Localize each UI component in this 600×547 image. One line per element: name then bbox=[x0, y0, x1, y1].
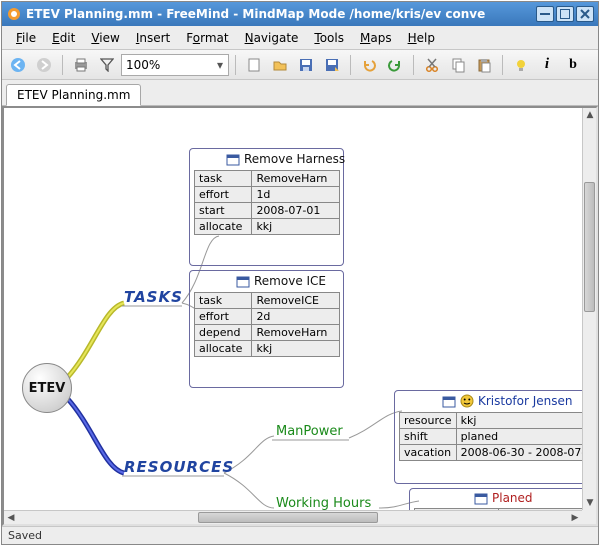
canvas[interactable]: ETEV TASKS RESOURCES Remove Harness task… bbox=[2, 106, 598, 526]
table-row: start2008-07-01 bbox=[195, 203, 340, 219]
table-row: allocatekkj bbox=[195, 219, 340, 235]
grid-remove-ice[interactable]: taskRemoveICE effort2d dependRemoveHarn … bbox=[194, 292, 340, 357]
close-button[interactable] bbox=[576, 6, 594, 22]
node-manpower[interactable]: ManPower bbox=[276, 424, 343, 439]
grid-remove-harness[interactable]: taskRemoveHarn effort1d start2008-07-01 … bbox=[194, 170, 340, 235]
table-row: resourcekkj bbox=[400, 413, 599, 429]
node-tasks[interactable]: TASKS bbox=[124, 288, 183, 306]
node-remove-harness[interactable]: Remove Harness bbox=[226, 152, 345, 166]
menu-file[interactable]: File bbox=[8, 29, 44, 47]
table-row: allocatekkj bbox=[195, 341, 340, 357]
menu-help[interactable]: Help bbox=[400, 29, 443, 47]
node-root[interactable]: ETEV bbox=[22, 363, 72, 413]
table-row: workinghourssat 7:00 - 9:00 bbox=[415, 525, 599, 527]
filter-button[interactable] bbox=[95, 53, 119, 77]
italic-button[interactable]: i bbox=[535, 53, 559, 77]
menu-navigate[interactable]: Navigate bbox=[237, 29, 307, 47]
menu-view[interactable]: View bbox=[83, 29, 127, 47]
paste-button[interactable] bbox=[472, 53, 496, 77]
menu-tools[interactable]: Tools bbox=[306, 29, 352, 47]
scroll-thumb-v[interactable] bbox=[584, 182, 595, 312]
maximize-button[interactable] bbox=[556, 6, 574, 22]
zoom-combo[interactable]: 100% ▾ bbox=[121, 54, 229, 76]
back-button[interactable] bbox=[6, 53, 30, 77]
grid-person[interactable]: resourcekkj shiftplaned vacation2008-06-… bbox=[399, 412, 598, 461]
statusbar: Saved bbox=[2, 526, 598, 544]
calendar-icon bbox=[226, 152, 240, 166]
forward-button[interactable] bbox=[32, 53, 56, 77]
save-button[interactable] bbox=[294, 53, 318, 77]
window-title: ETEV Planning.mm - FreeMind - MindMap Mo… bbox=[26, 7, 534, 21]
save-as-button[interactable] bbox=[320, 53, 344, 77]
scroll-left-icon[interactable]: ◀ bbox=[4, 511, 18, 525]
table-row: dependRemoveHarn bbox=[195, 325, 340, 341]
cut-button[interactable] bbox=[420, 53, 444, 77]
menu-edit[interactable]: Edit bbox=[44, 29, 83, 47]
scrollbar-horizontal[interactable]: ◀ ▶ bbox=[4, 510, 582, 524]
titlebar[interactable]: ETEV Planning.mm - FreeMind - MindMap Mo… bbox=[2, 2, 598, 26]
table-row: effort2d bbox=[195, 309, 340, 325]
tab-row: ETEV Planning.mm bbox=[2, 80, 598, 106]
minimize-button[interactable] bbox=[536, 6, 554, 22]
redo-button[interactable] bbox=[383, 53, 407, 77]
node-working-hours[interactable]: Working Hours bbox=[276, 496, 371, 511]
table-row: vacation2008-06-30 - 2008-07-12 bbox=[400, 445, 599, 461]
table-row: taskRemoveICE bbox=[195, 293, 340, 309]
app-icon bbox=[6, 6, 22, 22]
chevron-down-icon: ▾ bbox=[212, 58, 228, 72]
scroll-up-icon[interactable]: ▲ bbox=[583, 108, 597, 122]
smiley-icon bbox=[460, 394, 474, 408]
node-remove-ice[interactable]: Remove ICE bbox=[236, 274, 326, 288]
node-person[interactable]: Kristofor Jensen bbox=[442, 394, 573, 408]
calendar-icon bbox=[236, 274, 250, 288]
open-button[interactable] bbox=[268, 53, 292, 77]
scroll-down-icon[interactable]: ▼ bbox=[583, 496, 597, 510]
new-button[interactable] bbox=[242, 53, 266, 77]
menu-maps[interactable]: Maps bbox=[352, 29, 400, 47]
copy-button[interactable] bbox=[446, 53, 470, 77]
scroll-right-icon[interactable]: ▶ bbox=[568, 511, 582, 525]
print-button[interactable] bbox=[69, 53, 93, 77]
status-text: Saved bbox=[8, 529, 42, 542]
menu-insert[interactable]: Insert bbox=[128, 29, 178, 47]
scrollbar-vertical[interactable]: ▲ ▼ bbox=[582, 108, 596, 510]
toolbar: 100% ▾ i b bbox=[2, 50, 598, 80]
tab-active[interactable]: ETEV Planning.mm bbox=[6, 84, 141, 106]
node-resources[interactable]: RESOURCES bbox=[124, 458, 234, 476]
node-planed[interactable]: Planed bbox=[474, 491, 533, 505]
zoom-value: 100% bbox=[126, 58, 160, 72]
calendar-icon bbox=[442, 394, 456, 408]
bold-button[interactable]: b bbox=[561, 53, 585, 77]
menu-format[interactable]: Format bbox=[178, 29, 236, 47]
table-row: taskRemoveHarn bbox=[195, 171, 340, 187]
table-row: effort1d bbox=[195, 187, 340, 203]
calendar-icon bbox=[474, 491, 488, 505]
scroll-thumb-h[interactable] bbox=[198, 512, 378, 523]
idea-button[interactable] bbox=[509, 53, 533, 77]
table-row: shiftplaned bbox=[400, 429, 599, 445]
undo-button[interactable] bbox=[357, 53, 381, 77]
menubar: File Edit View Insert Format Navigate To… bbox=[2, 26, 598, 50]
